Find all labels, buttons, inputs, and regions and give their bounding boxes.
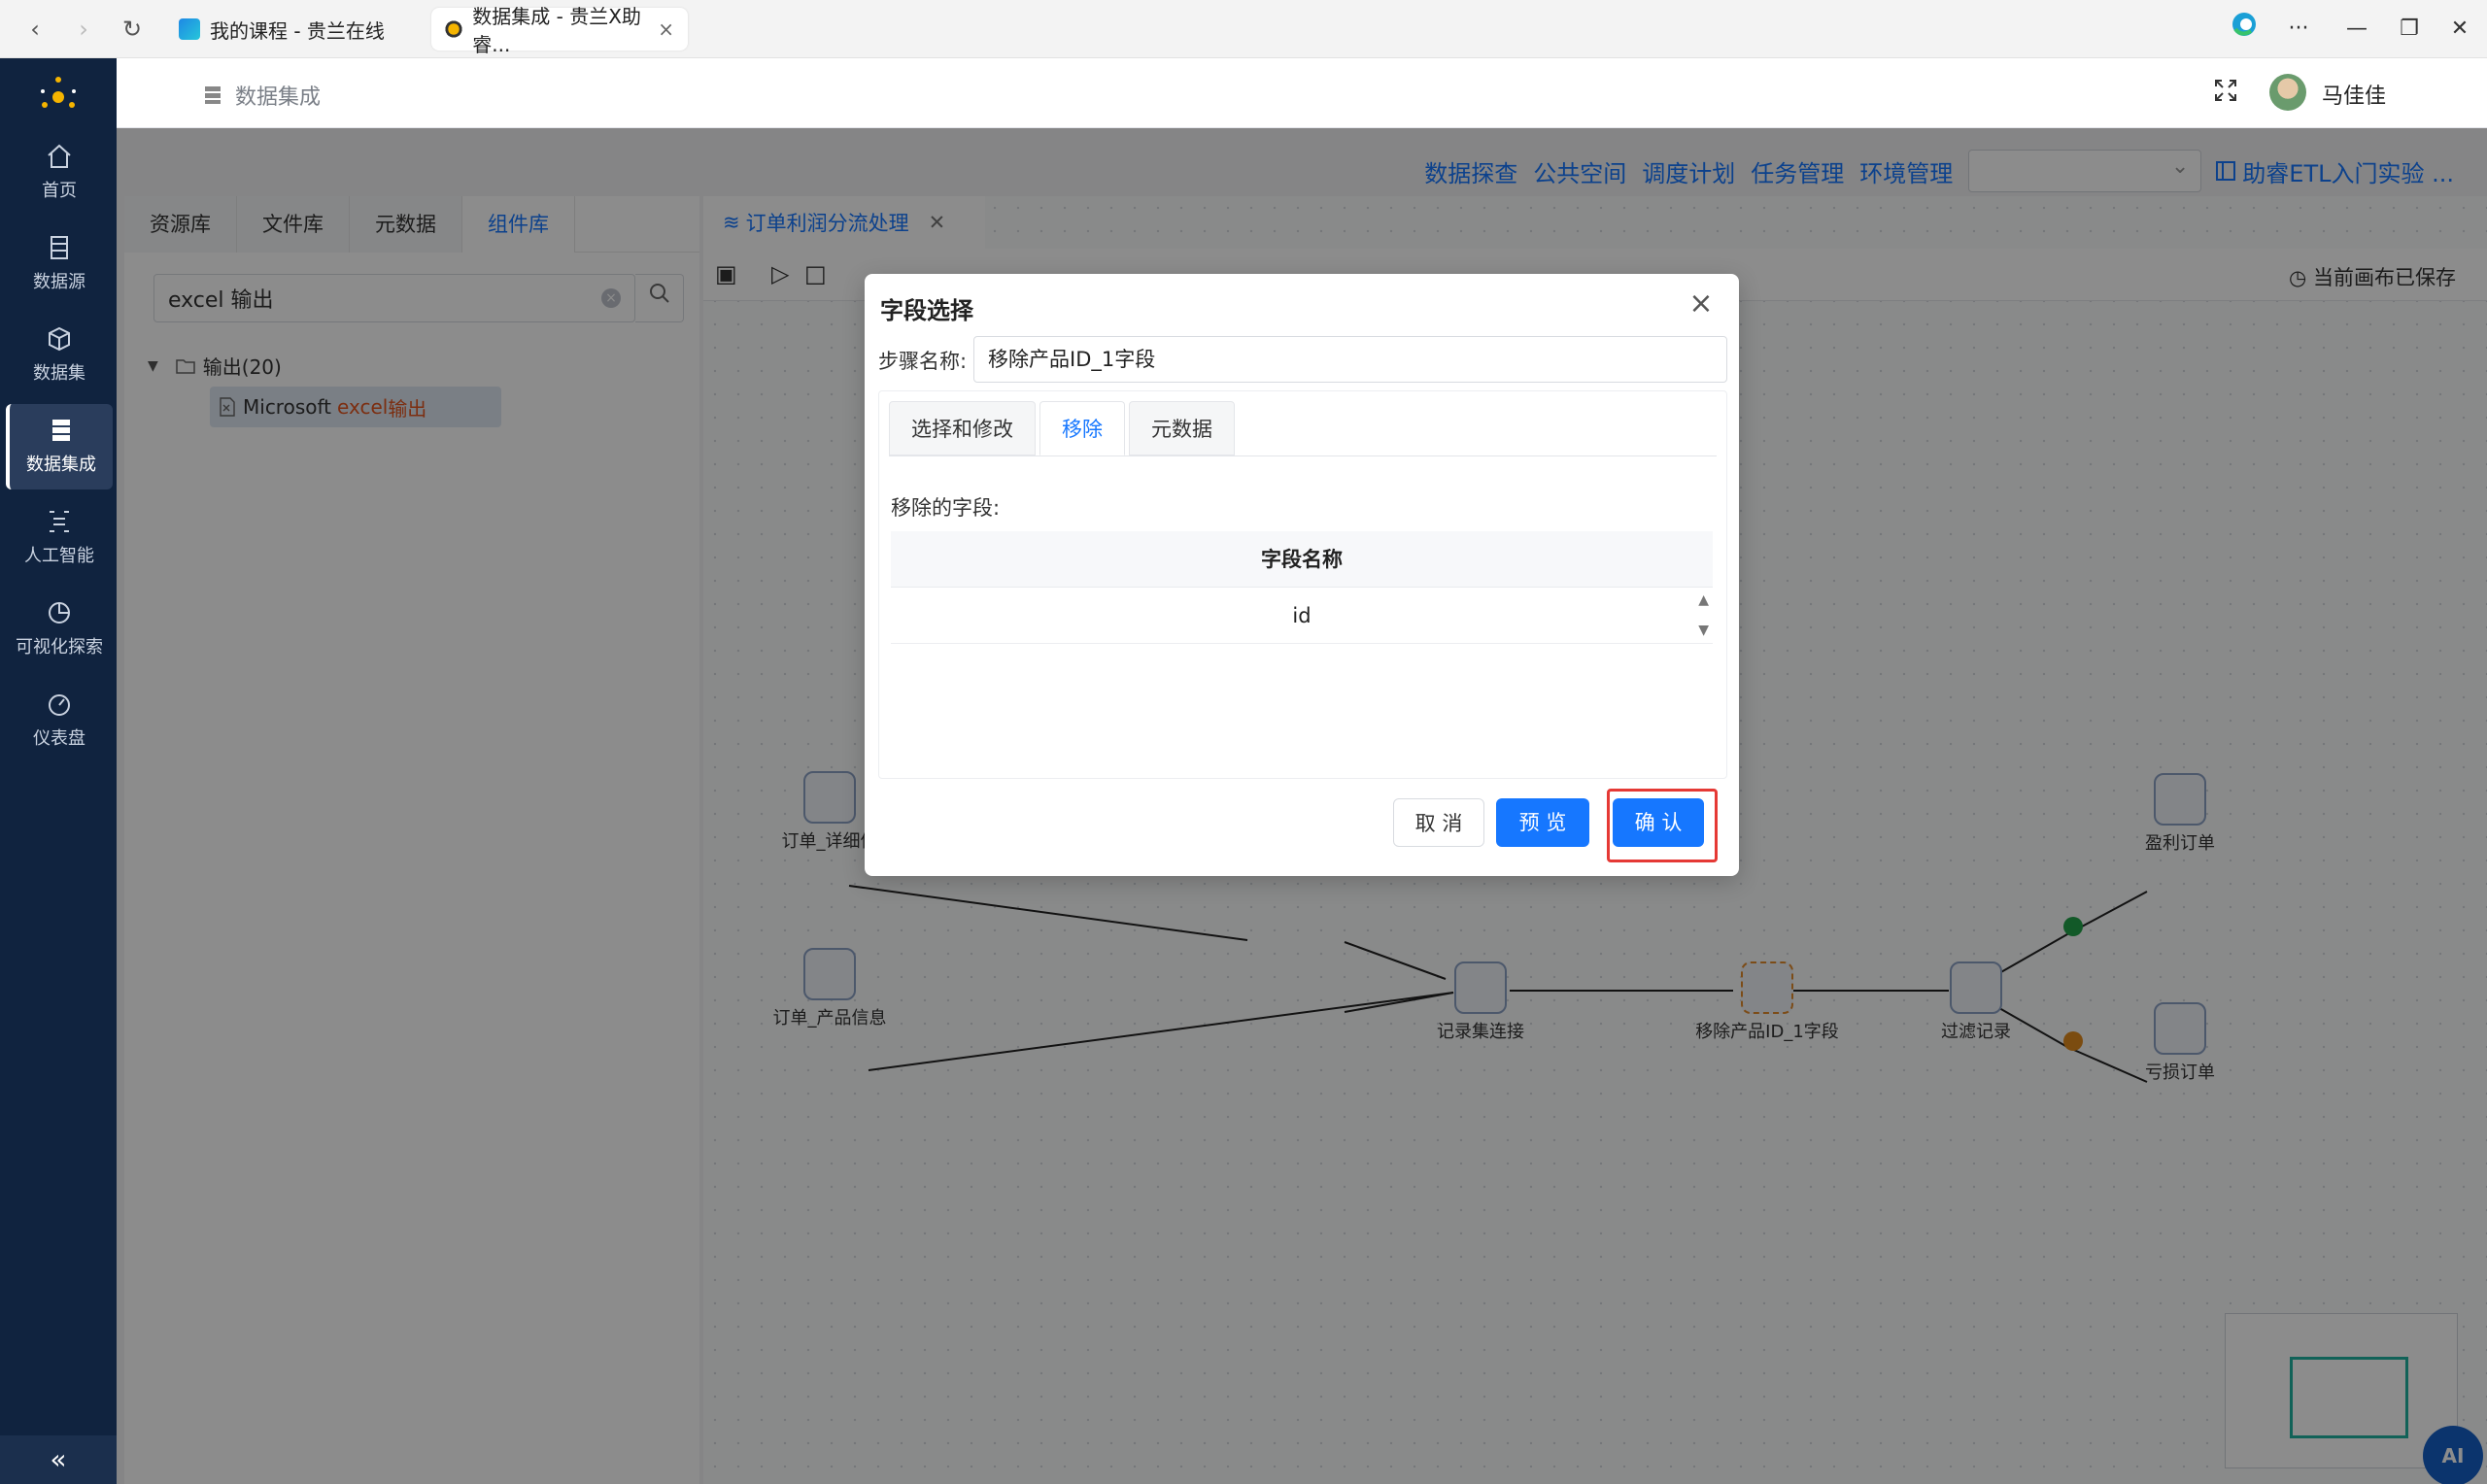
- reload-icon[interactable]: ↻: [115, 12, 150, 47]
- server-icon: [52, 420, 70, 441]
- more-icon[interactable]: ···: [2279, 12, 2318, 47]
- removed-fields-table: 字段名称 id ▲ ▼: [891, 531, 1713, 644]
- removed-fields-label: 移除的字段:: [891, 496, 1001, 520]
- course-favicon-icon: [179, 18, 200, 40]
- tab-metadata[interactable]: 元数据: [1129, 401, 1235, 455]
- pie-chart-icon: [49, 602, 70, 624]
- server-icon: [205, 86, 221, 104]
- sidebar-item-datasource[interactable]: 数据源: [6, 221, 113, 307]
- dialog-tabs: 选择和修改 移除 元数据: [889, 401, 1239, 455]
- column-header-field-name: 字段名称: [891, 531, 1713, 588]
- tab-remove[interactable]: 移除: [1039, 401, 1125, 455]
- tab-select-modify[interactable]: 选择和修改: [889, 401, 1036, 455]
- minimize-icon[interactable]: —: [2337, 12, 2376, 47]
- home-icon: [48, 144, 71, 168]
- sidebar-item-dataset[interactable]: 数据集: [6, 313, 113, 398]
- close-icon[interactable]: ×: [1686, 289, 1716, 319]
- dialog-title: 字段选择: [880, 297, 973, 324]
- confirm-button[interactable]: 确 认: [1613, 798, 1704, 847]
- preview-button[interactable]: 预 览: [1496, 798, 1589, 847]
- breadcrumb: 数据集成: [204, 80, 321, 111]
- app-favicon-icon: [445, 18, 463, 40]
- avatar[interactable]: [2269, 74, 2306, 111]
- ai-icon: [50, 511, 69, 532]
- tab-divider: [889, 455, 1717, 456]
- scroll-down-icon[interactable]: ▼: [1698, 624, 1709, 637]
- app-header: 数据集成 马佳佳: [117, 58, 2487, 128]
- scroll-up-icon[interactable]: ▲: [1698, 593, 1709, 607]
- edge-icon[interactable]: [2225, 12, 2264, 47]
- cancel-button[interactable]: 取 消: [1393, 798, 1484, 847]
- fullscreen-icon[interactable]: [2213, 78, 2242, 107]
- cube-icon: [49, 326, 70, 352]
- database-icon: [51, 236, 68, 259]
- back-icon[interactable]: ‹: [17, 12, 52, 47]
- collapse-sidebar-button[interactable]: «: [0, 1435, 117, 1484]
- gauge-icon: [49, 694, 70, 716]
- logo-icon: [41, 77, 76, 108]
- sidebar-item-home[interactable]: 首页: [6, 130, 113, 216]
- step-name-label: 步骤名称:: [878, 350, 968, 373]
- sidebar-item-ai[interactable]: 人工智能: [6, 495, 113, 581]
- sidebar: 首页 数据源 数据集 数据集成 人工智能 可视化探索 仪表盘 «: [0, 58, 117, 1484]
- restore-icon[interactable]: ❐: [2390, 12, 2429, 47]
- browser-tab-courses[interactable]: 我的课程 - 贵兰在线: [165, 8, 418, 51]
- sidebar-item-visual[interactable]: 可视化探索: [6, 587, 113, 672]
- step-name-input[interactable]: 移除产品ID_1字段: [973, 336, 1727, 383]
- close-tab-icon[interactable]: ×: [658, 17, 674, 41]
- sidebar-item-integration[interactable]: 数据集成: [6, 404, 113, 489]
- sidebar-item-dashboard[interactable]: 仪表盘: [6, 678, 113, 763]
- table-row[interactable]: id ▲ ▼: [891, 588, 1713, 644]
- close-window-icon[interactable]: ✕: [2440, 12, 2479, 47]
- dialog-body: 选择和修改 移除 元数据 移除的字段: 字段名称 id ▲ ▼: [878, 390, 1727, 779]
- forward-icon[interactable]: ›: [66, 12, 101, 47]
- field-select-dialog: 字段选择 × 步骤名称: 移除产品ID_1字段 选择和修改 移除 元数据 移除的…: [865, 274, 1739, 876]
- browser-bar: ‹ › ↻ 我的课程 - 贵兰在线 数据集成 - 贵兰X助睿... × ··· …: [0, 0, 2487, 58]
- browser-tab-integration[interactable]: 数据集成 - 贵兰X助睿... ×: [431, 5, 688, 56]
- user-name[interactable]: 马佳佳: [2322, 79, 2386, 110]
